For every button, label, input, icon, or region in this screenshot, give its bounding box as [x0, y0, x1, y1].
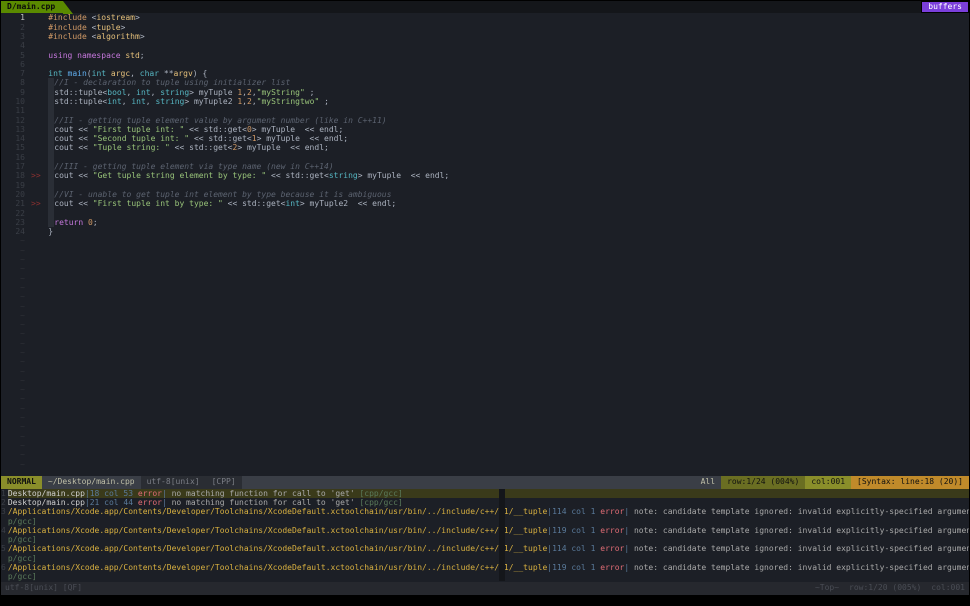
col-indicator: col:001 [805, 476, 851, 488]
quickfix-status-bar: utf-8[unix] [QF] ~Top~ row:1/20 (005%) c… [1, 582, 969, 595]
quickfix-status-left: utf-8[unix] [QF] [5, 584, 82, 595]
quickfix-gutter: 123456 [1, 489, 8, 582]
buffers-badge[interactable]: buffers [921, 1, 969, 13]
syntax-indicator: [Syntax: line:18 (20)] [851, 476, 969, 488]
quickfix-status-col: col:001 [931, 584, 965, 595]
tab-bar: D/main.cpp buffers [1, 1, 969, 13]
quickfix-body[interactable]: Desktop/main.cpp|18 col 53 error| no mat… [8, 489, 969, 582]
quickfix-pane[interactable]: 123456 Desktop/main.cpp|18 col 53 error|… [1, 489, 969, 595]
status-bar: NORMAL ~/Desktop/main.cpp utf-8[unix] [C… [1, 476, 969, 488]
tab-main-cpp[interactable]: D/main.cpp [1, 1, 63, 13]
filetype-indicator: [CPP] [206, 476, 242, 488]
row-indicator: row:1/24 (004%) [721, 476, 805, 488]
code-editor[interactable]: 123456789101112131415161718192021222324~… [1, 13, 969, 476]
quickfix-status-top: ~Top~ [815, 584, 839, 595]
encoding-indicator: utf-8[unix] [141, 476, 206, 488]
scroll-indicator: All [695, 476, 721, 488]
file-path: ~/Desktop/main.cpp [42, 476, 141, 488]
editor-window: D/main.cpp buffers 123456789101112131415… [0, 0, 970, 606]
code-body[interactable]: #include <iostream> #include <tuple> #in… [29, 13, 969, 476]
command-line[interactable] [1, 595, 969, 605]
pane-splitter[interactable] [499, 489, 505, 581]
mode-indicator: NORMAL [1, 476, 42, 488]
line-number-gutter: 123456789101112131415161718192021222324~… [1, 13, 29, 476]
tab-label: D/main.cpp [7, 2, 55, 11]
quickfix-status-row: row:1/20 (005%) [849, 584, 921, 595]
